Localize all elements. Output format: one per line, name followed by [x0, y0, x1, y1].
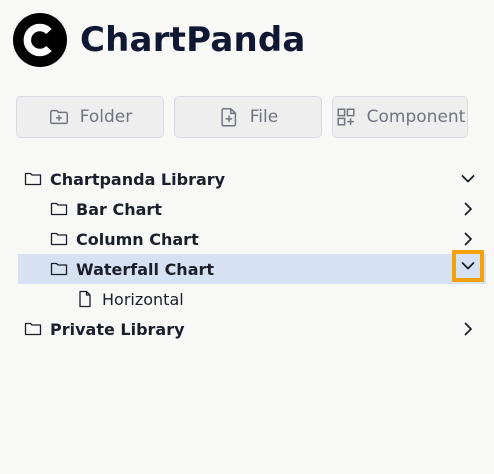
tree-item-label: Bar Chart [76, 199, 162, 219]
tree-item-label: Chartpanda Library [50, 169, 226, 189]
component-grid-icon [337, 108, 355, 126]
chartpanda-logo-icon [13, 13, 67, 67]
tree-item-label: Waterfall Chart [76, 259, 215, 279]
tree-item-label: Horizontal [102, 289, 184, 309]
new-folder-button[interactable]: Folder [16, 96, 164, 138]
chevron-down-icon[interactable] [452, 250, 484, 282]
folder-icon [50, 260, 68, 278]
new-folder-label: Folder [79, 107, 133, 127]
folder-icon [24, 320, 42, 338]
chevron-right-icon[interactable] [458, 229, 478, 249]
app-header: ChartPanda [12, 12, 306, 68]
toolbar: Folder File Component [16, 96, 468, 138]
new-component-label: Component [366, 107, 466, 127]
file-tree: Chartpanda Library Bar Chart Column Char… [18, 164, 490, 344]
folder-icon [50, 200, 68, 218]
new-file-button[interactable]: File [174, 96, 322, 138]
new-file-label: File [249, 107, 279, 127]
folder-icon [50, 230, 68, 248]
tree-item-label: Column Chart [76, 229, 199, 249]
chevron-right-icon[interactable] [458, 199, 478, 219]
app-title: ChartPanda [80, 20, 306, 60]
folder-plus-icon [49, 109, 68, 125]
chevron-down-icon[interactable] [458, 169, 478, 189]
tree-item-private-library[interactable]: Private Library [18, 314, 490, 344]
new-component-button[interactable]: Component [332, 96, 468, 138]
tree-item-bar-chart[interactable]: Bar Chart [18, 194, 490, 224]
tree-item-chartpanda-library[interactable]: Chartpanda Library [18, 164, 490, 194]
tree-item-waterfall-chart[interactable]: Waterfall Chart [18, 250, 486, 284]
tree-item-column-chart[interactable]: Column Chart [18, 224, 490, 254]
file-plus-icon [221, 108, 236, 127]
file-icon [76, 290, 94, 308]
tree-item-horizontal[interactable]: Horizontal [18, 284, 490, 314]
tree-item-label: Private Library [50, 319, 185, 339]
chevron-right-icon[interactable] [458, 319, 478, 339]
folder-icon [24, 170, 42, 188]
